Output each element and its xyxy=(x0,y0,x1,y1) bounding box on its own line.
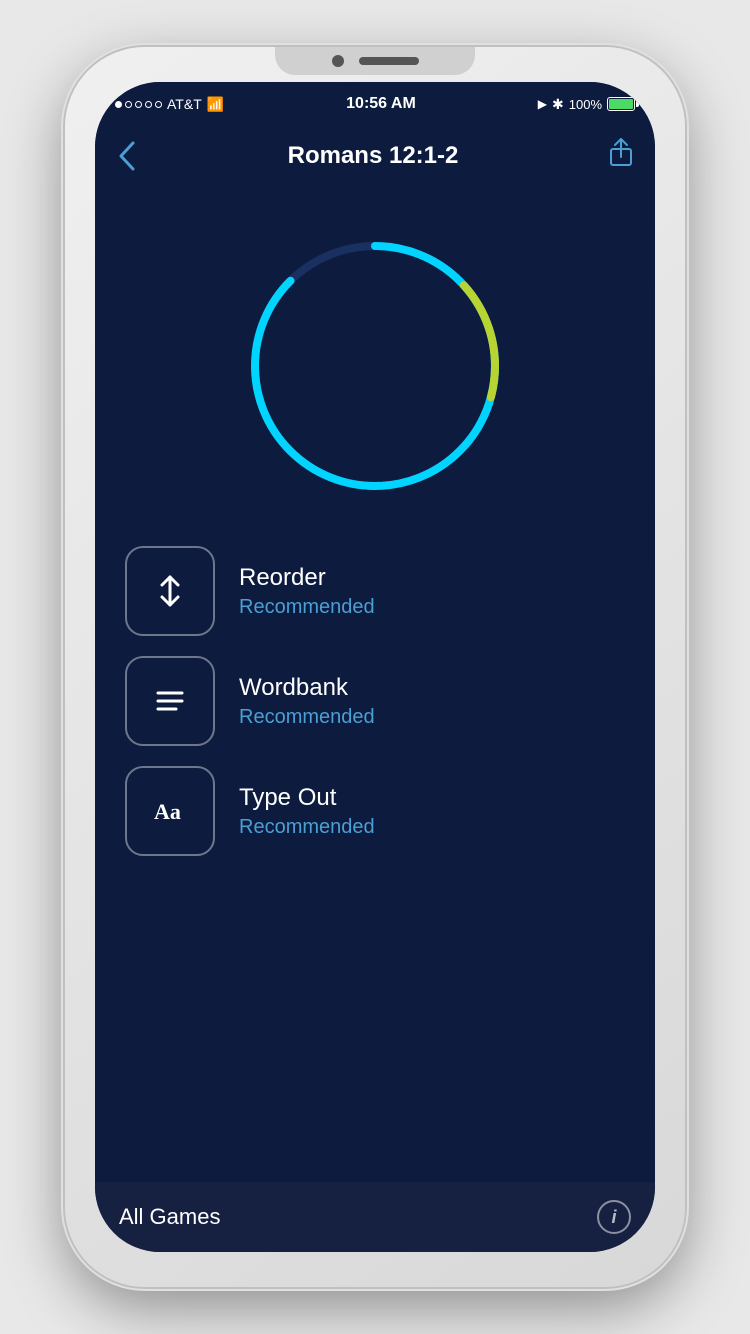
reorder-icon xyxy=(148,569,192,613)
typeout-icon: Aa xyxy=(148,789,192,833)
earpiece xyxy=(359,57,419,65)
status-time: 10:56 AM xyxy=(346,95,416,113)
battery-percent: 100% xyxy=(569,97,602,112)
nav-bar: Romans 12:1-2 xyxy=(95,126,655,186)
reorder-subtitle: Recommended xyxy=(239,596,375,619)
signal-dot-2 xyxy=(125,101,132,108)
signal-dot-3 xyxy=(135,101,142,108)
signal-dot-5 xyxy=(155,101,162,108)
battery-container xyxy=(607,97,635,111)
typeout-icon-box: Aa xyxy=(125,766,215,856)
battery-icon xyxy=(607,97,635,111)
status-left: AT&T 📶 xyxy=(115,96,224,113)
signal-dot-4 xyxy=(145,101,152,108)
page-title: Romans 12:1-2 xyxy=(288,142,459,170)
reorder-info: Reorder Recommended xyxy=(239,564,375,619)
wifi-icon: 📶 xyxy=(207,96,224,113)
phone-screen: AT&T 📶 10:56 AM ▶ ✱ 100% xyxy=(95,82,655,1252)
svg-text:Aa: Aa xyxy=(154,799,181,824)
wordbank-info: Wordbank Recommended xyxy=(239,674,375,729)
signal-dot-1 xyxy=(115,101,122,108)
main-content: Reorder Recommended xyxy=(95,186,655,1182)
game-item-reorder[interactable]: Reorder Recommended xyxy=(125,546,625,636)
screen: AT&T 📶 10:56 AM ▶ ✱ 100% xyxy=(95,82,655,1252)
front-camera xyxy=(332,55,344,67)
reorder-title: Reorder xyxy=(239,564,375,592)
phone-frame: AT&T 📶 10:56 AM ▶ ✱ 100% xyxy=(0,0,750,1334)
info-icon: i xyxy=(611,1207,616,1228)
game-item-wordbank[interactable]: Wordbank Recommended xyxy=(125,656,625,746)
typeout-info: Type Out Recommended xyxy=(239,784,375,839)
typeout-subtitle: Recommended xyxy=(239,816,375,839)
status-right: ▶ ✱ 100% xyxy=(538,96,635,113)
wordbank-icon xyxy=(148,679,192,723)
wordbank-subtitle: Recommended xyxy=(239,706,375,729)
share-button[interactable] xyxy=(607,137,635,175)
bluetooth-icon: ✱ xyxy=(552,96,564,113)
circle-svg xyxy=(235,226,515,506)
back-button[interactable] xyxy=(115,139,139,173)
status-bar: AT&T 📶 10:56 AM ▶ ✱ 100% xyxy=(95,82,655,126)
typeout-title: Type Out xyxy=(239,784,375,812)
reorder-icon-box xyxy=(125,546,215,636)
bottom-bar: All Games i xyxy=(95,1182,655,1252)
carrier-label: AT&T xyxy=(167,96,202,112)
phone-notch xyxy=(275,47,475,75)
progress-circle xyxy=(235,226,515,506)
all-games-label: All Games xyxy=(119,1204,220,1230)
wordbank-icon-box xyxy=(125,656,215,746)
game-item-typeout[interactable]: Aa Type Out Recommended xyxy=(125,766,625,856)
info-button[interactable]: i xyxy=(597,1200,631,1234)
wordbank-title: Wordbank xyxy=(239,674,375,702)
phone-outer: AT&T 📶 10:56 AM ▶ ✱ 100% xyxy=(65,47,685,1287)
signal-dots xyxy=(115,101,162,108)
games-list: Reorder Recommended xyxy=(125,546,625,876)
location-icon: ▶ xyxy=(538,97,547,111)
battery-fill xyxy=(609,99,633,109)
